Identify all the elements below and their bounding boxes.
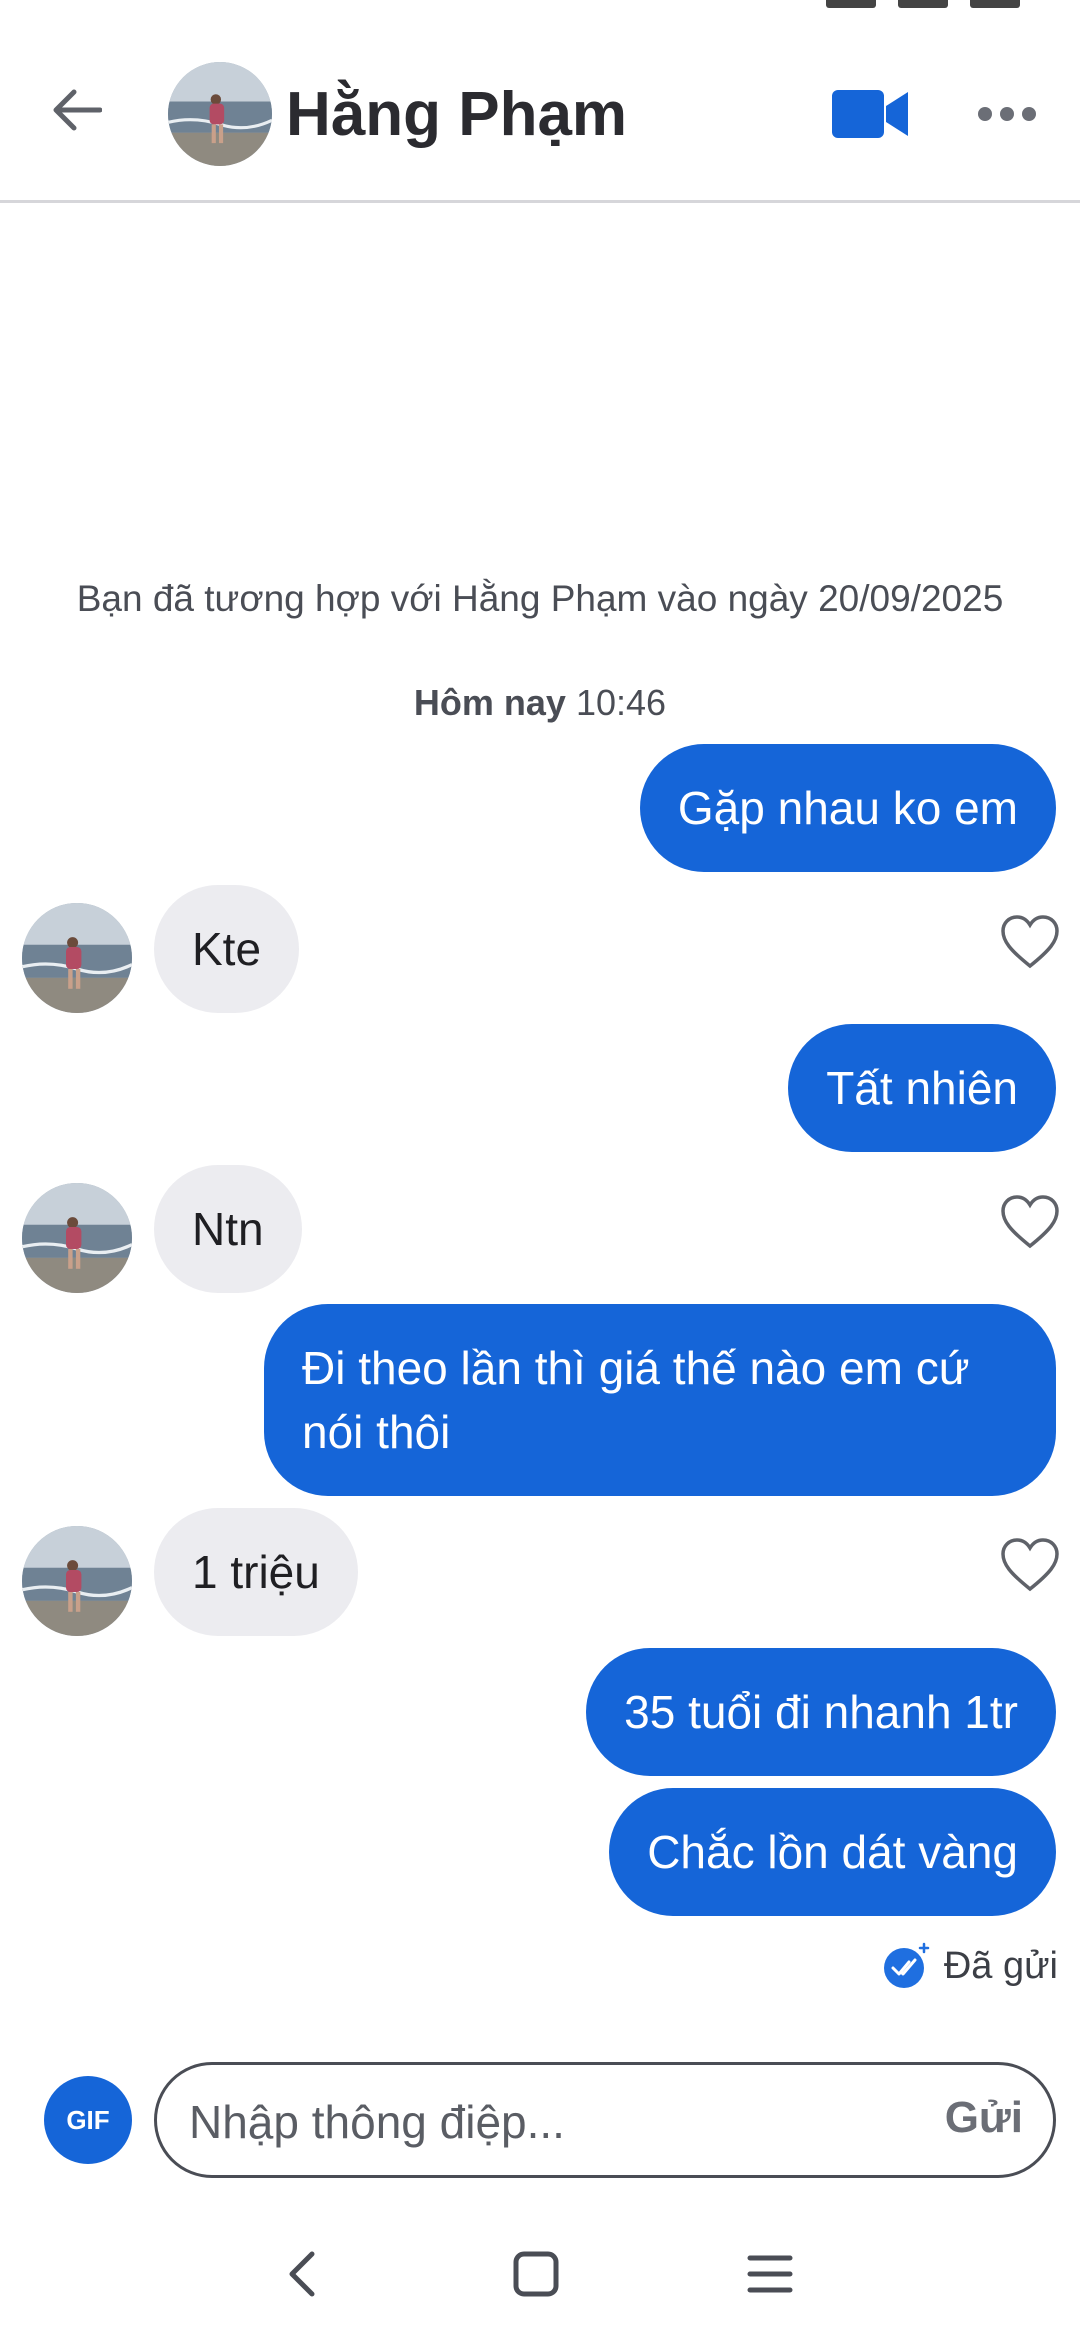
double-check-icon [882,1942,930,1990]
heart-outline-icon [1001,1195,1059,1249]
outgoing-message[interactable]: Đi theo lần thì giá thế nào em cứ nói th… [264,1304,1056,1496]
battery-icon [970,0,1020,8]
incoming-message[interactable]: Ntn [154,1165,302,1293]
contact-avatar-small[interactable] [22,1526,132,1636]
more-dot [1000,107,1014,121]
like-button[interactable] [1000,1194,1060,1250]
contact-avatar-small[interactable] [22,903,132,1013]
day-separator: Hôm nay 10:46 [0,682,1080,724]
status-bar [0,0,1080,20]
video-call-button[interactable] [830,84,912,144]
contact-name[interactable]: Hằng Phạm [286,72,627,158]
signal-icon [826,0,876,8]
chat-screen: Hằng Phạm Bạn đã tương hợp với Hằng Phạm… [0,0,1080,2331]
message-composer: Gửi [154,2062,1056,2178]
system-navigation-bar [0,2210,1080,2331]
avatar-photo [22,1526,132,1636]
square-icon [513,2251,559,2297]
more-dot [1022,107,1036,121]
contact-avatar-small[interactable] [22,1183,132,1293]
outgoing-message[interactable]: Gặp nhau ko em [639,744,1056,872]
heart-outline-icon [1001,915,1059,969]
day-time: 10:46 [575,682,667,723]
avatar-photo [22,1183,132,1293]
message-input[interactable] [187,2085,871,2159]
video-camera-icon [832,90,908,138]
more-dot [978,107,992,121]
menu-icon [747,2255,793,2293]
avatar-photo [22,903,132,1013]
status-icons [826,0,1020,8]
like-button[interactable] [1000,1537,1060,1593]
outgoing-message[interactable]: Tất nhiên [788,1024,1056,1152]
more-options-button[interactable] [970,86,1044,142]
incoming-message[interactable]: 1 triệu [154,1508,358,1636]
contact-avatar[interactable] [168,62,272,166]
nav-back-button[interactable] [262,2234,342,2314]
incoming-message[interactable]: Kte [154,885,300,1013]
avatar-photo [168,62,272,166]
sent-status: Đã gửi [882,1942,1058,1990]
gif-button[interactable]: GIF [44,2076,132,2164]
nav-menu-button[interactable] [730,2234,810,2314]
send-button[interactable]: Gửi [945,2093,1023,2143]
back-button[interactable] [40,74,112,146]
outgoing-message[interactable]: Chắc lồn dát vàng [609,1788,1056,1916]
sent-status-label: Đã gửi [943,1944,1058,1987]
day-label: Hôm nay [413,682,566,723]
chevron-left-icon [289,2251,315,2297]
arrow-left-icon [53,89,102,131]
heart-outline-icon [1001,1538,1059,1592]
like-button[interactable] [1000,914,1060,970]
chat-header: Hằng Phạm [0,20,1080,203]
match-note: Bạn đã tương hợp với Hằng Phạm vào ngày … [76,578,1004,619]
nav-home-button[interactable] [496,2234,576,2314]
outgoing-message[interactable]: 35 tuổi đi nhanh 1tr [586,1648,1056,1776]
signal-icon-2 [898,0,948,8]
